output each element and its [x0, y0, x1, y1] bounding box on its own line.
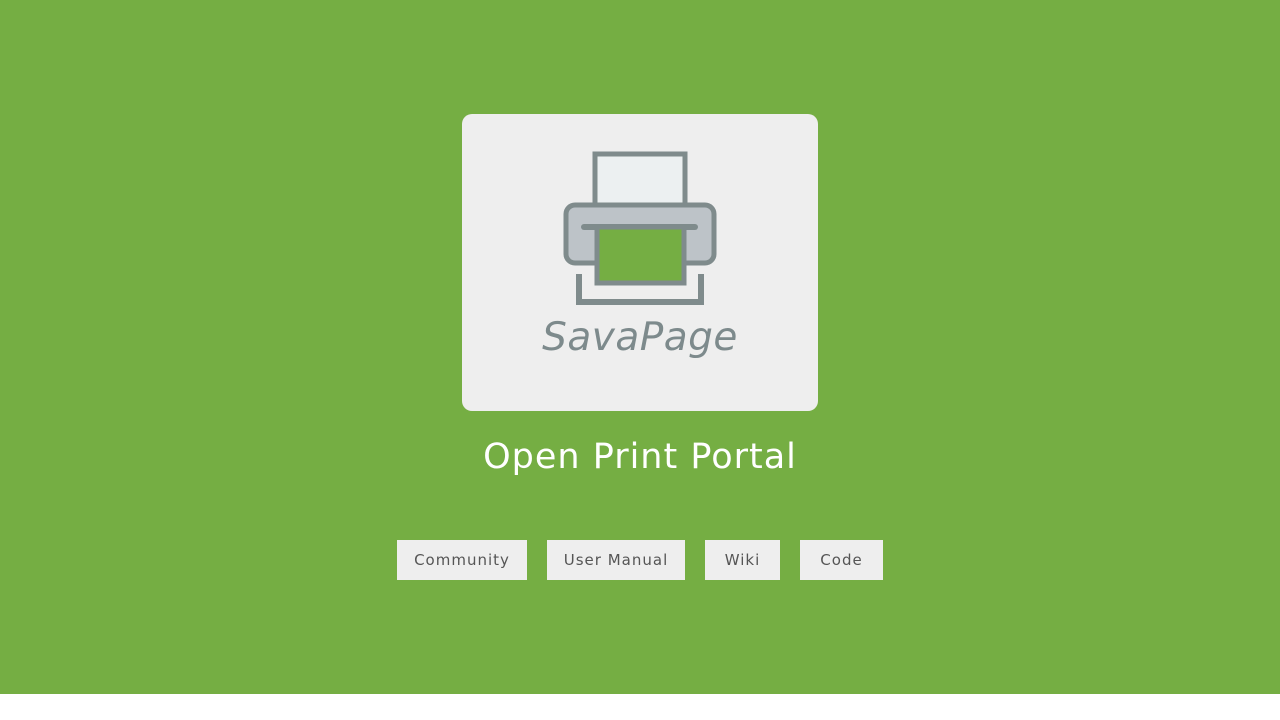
- community-button[interactable]: Community: [397, 540, 527, 580]
- logo-card: [462, 114, 818, 411]
- printer-icon: [563, 151, 717, 305]
- user-manual-button[interactable]: User Manual: [547, 540, 685, 580]
- page-title: Open Print Portal: [483, 437, 797, 477]
- wiki-button[interactable]: Wiki: [705, 540, 780, 580]
- code-button[interactable]: Code: [800, 540, 883, 580]
- hero-section: SavaPage Open Print Portal Community Use…: [0, 0, 1280, 694]
- brand-name: SavaPage: [542, 315, 738, 360]
